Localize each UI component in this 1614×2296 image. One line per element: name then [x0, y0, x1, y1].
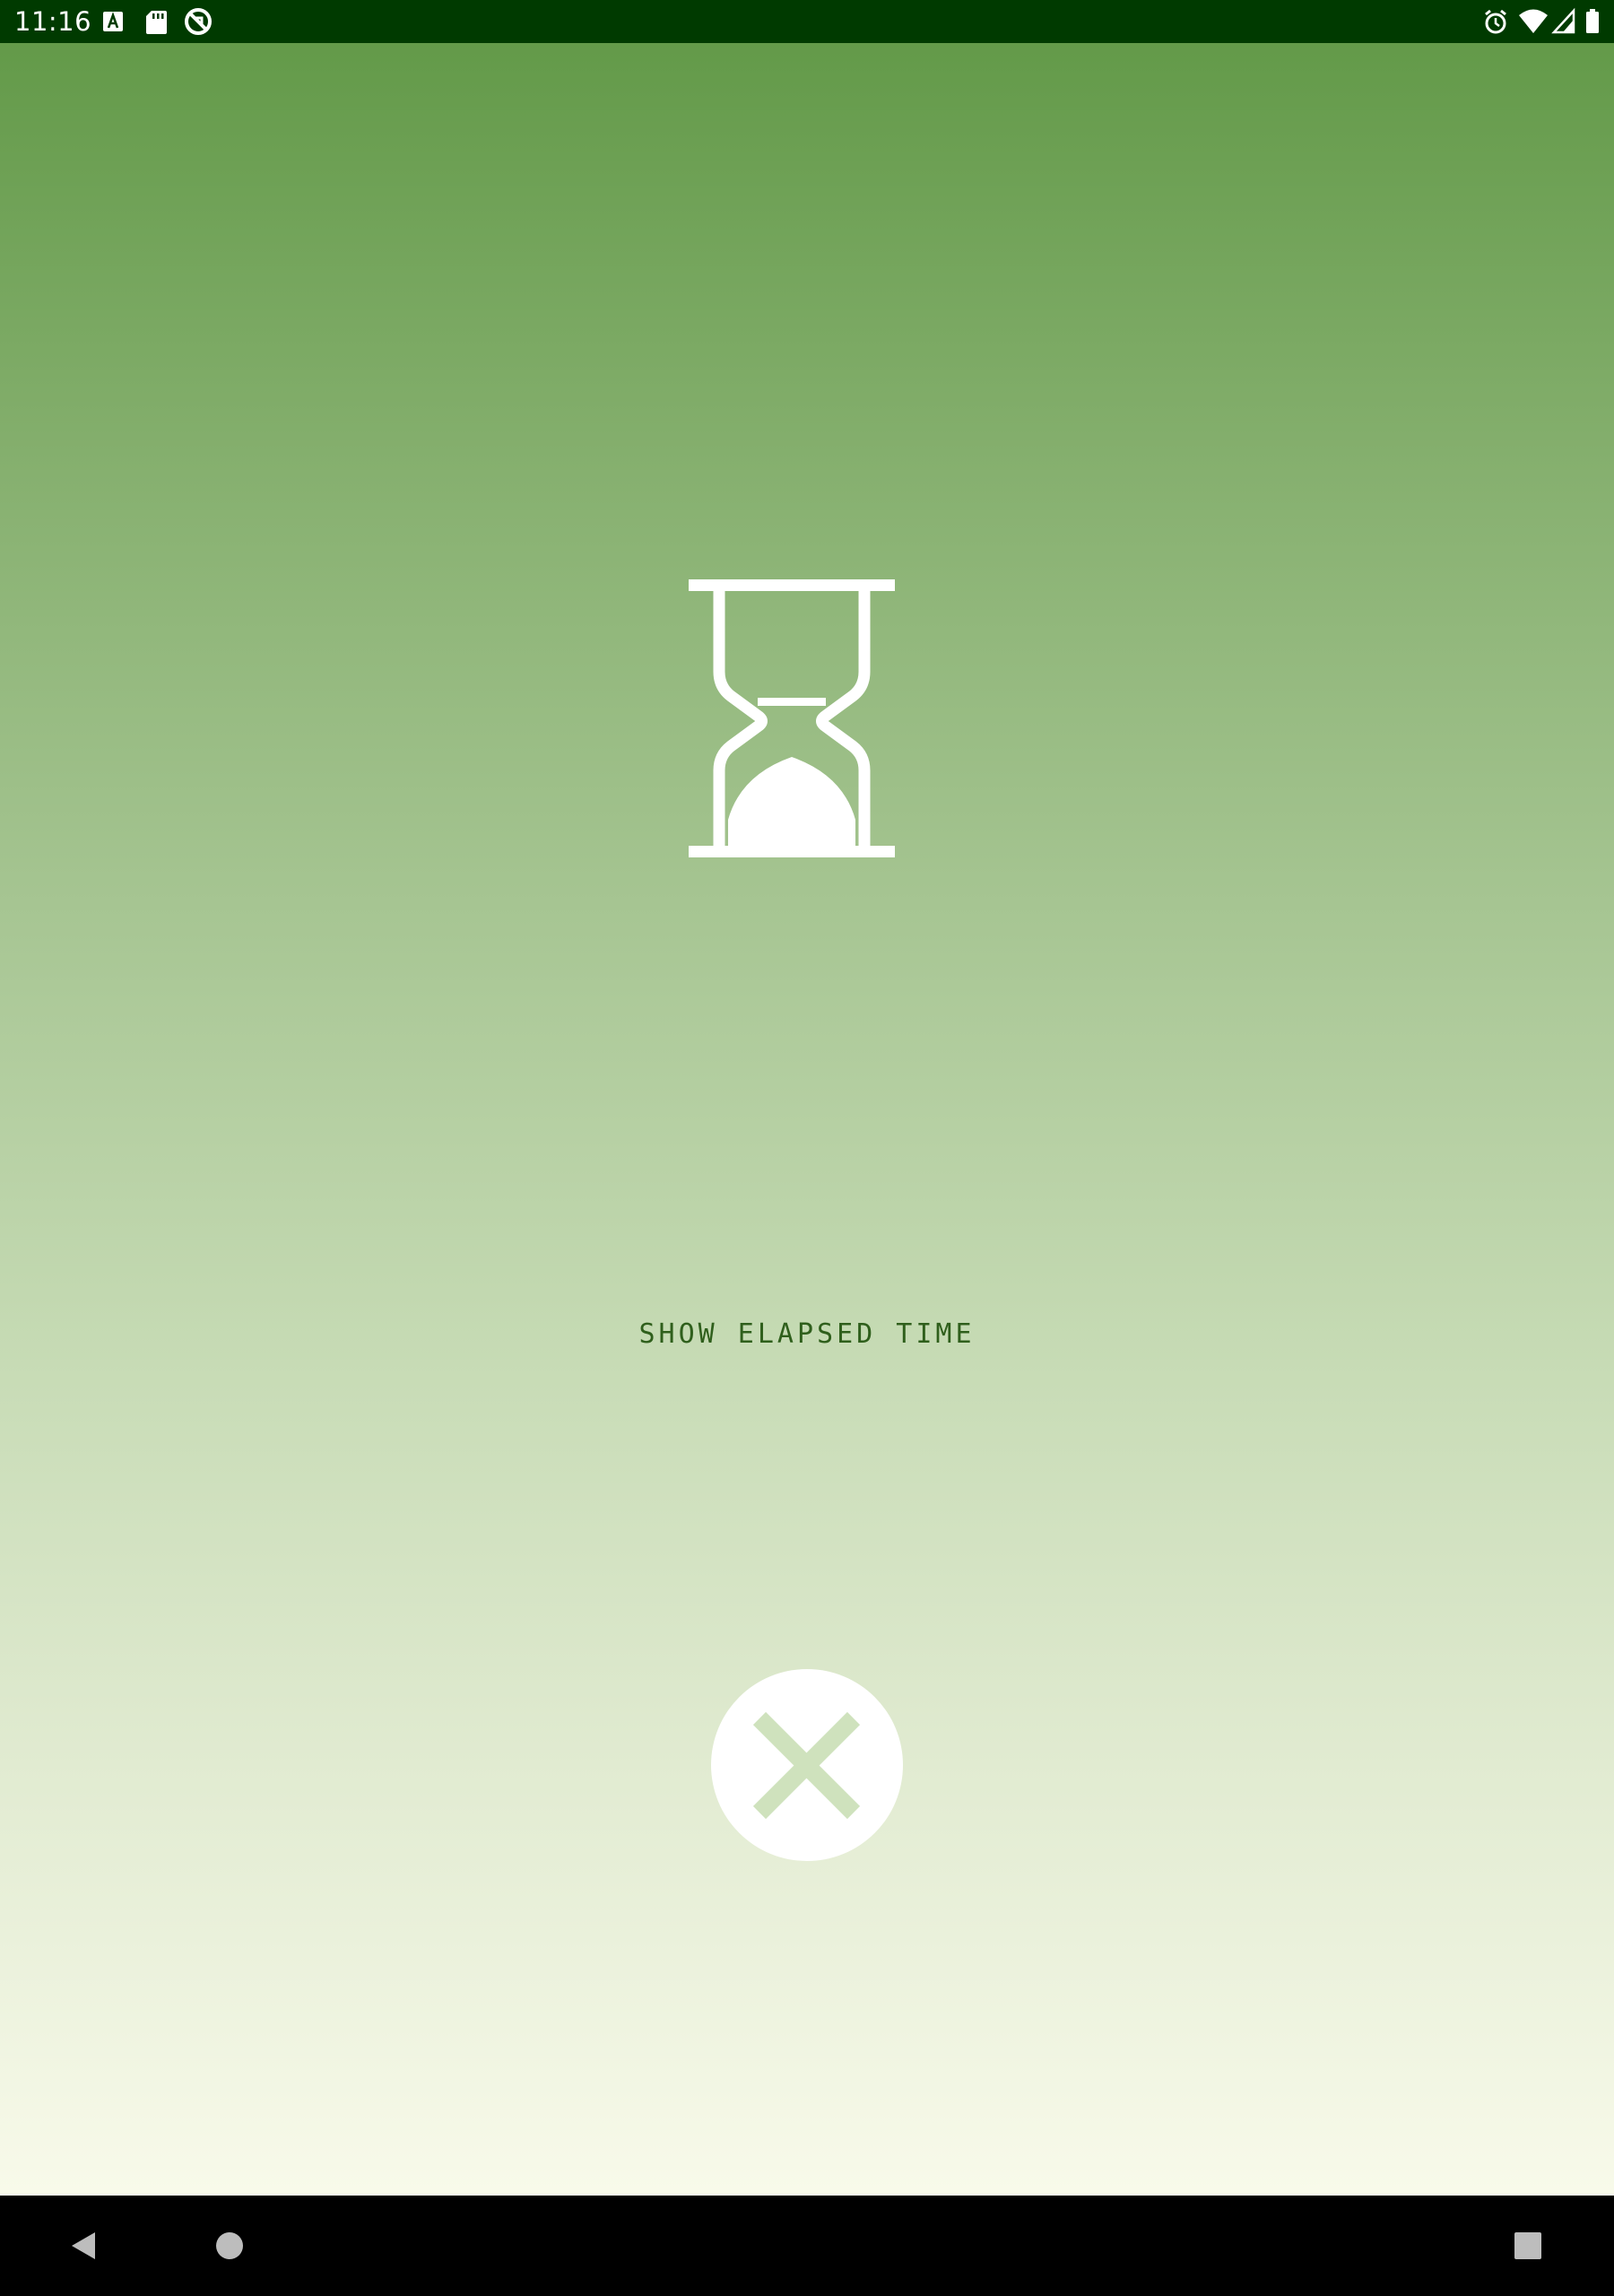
back-icon	[72, 2232, 95, 2259]
show-elapsed-time-label[interactable]: SHOW ELAPSED TIME	[0, 1317, 1614, 1352]
battery-icon	[1586, 9, 1599, 33]
alarm-icon	[1485, 9, 1506, 34]
close-button[interactable]	[711, 1669, 903, 1861]
cell-signal-icon	[1551, 7, 1575, 34]
back-button[interactable]	[34, 2196, 134, 2296]
sync-blocked-icon	[185, 8, 212, 35]
home-button[interactable]	[179, 2196, 280, 2296]
wifi-icon	[1519, 9, 1548, 33]
app-area: SHOW ELAPSED TIME	[0, 43, 1614, 2196]
hourglass-icon	[689, 579, 895, 857]
sd-card-icon	[146, 11, 167, 34]
status-bar: 11:16	[0, 0, 1614, 43]
recents-icon	[1514, 2232, 1541, 2259]
navigation-bar	[0, 2196, 1614, 2296]
close-icon	[752, 1711, 861, 1820]
recents-button[interactable]	[1478, 2196, 1578, 2296]
font-a-icon	[103, 12, 123, 31]
home-icon	[216, 2232, 243, 2259]
status-time: 11:16	[14, 6, 92, 37]
